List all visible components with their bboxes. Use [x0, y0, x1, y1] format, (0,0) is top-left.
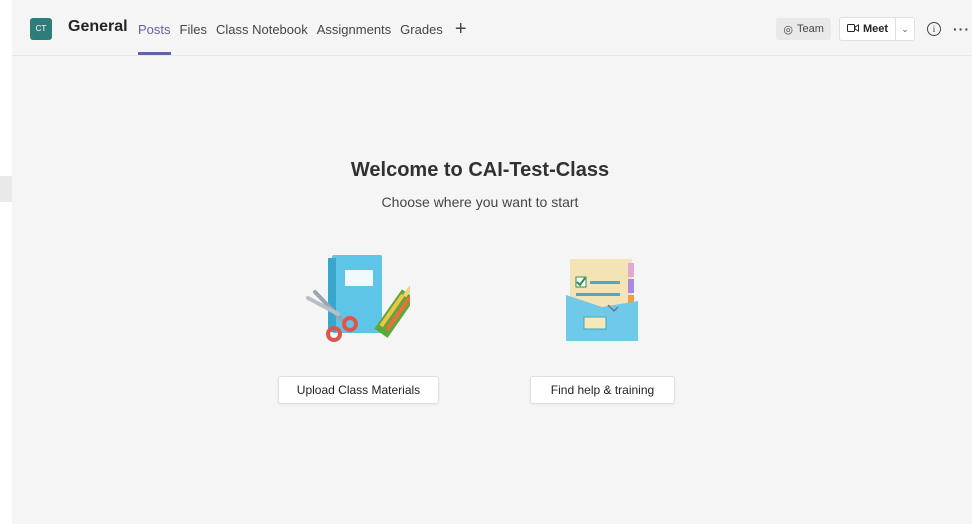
tab-posts[interactable]: Posts [138, 21, 171, 55]
header-actions: ◎ Team Meet ⌄ i ··· [776, 15, 972, 43]
team-button-label: Team [797, 23, 824, 35]
more-icon[interactable]: ··· [953, 21, 970, 37]
plus-icon[interactable]: + [455, 19, 467, 39]
team-button[interactable]: ◎ Team [776, 18, 831, 40]
welcome-subtitle: Choose where you want to start [381, 194, 579, 210]
posts-empty-state: Welcome to CAI-Test-Class Choose where y… [12, 57, 972, 524]
tab-grades[interactable]: Grades [400, 21, 443, 38]
find-help-training-button[interactable]: Find help & training [530, 376, 675, 404]
channel-tabs: Posts Files Class Notebook Assignments G… [138, 19, 467, 55]
left-rail [0, 0, 12, 524]
tab-files[interactable]: Files [180, 21, 207, 38]
info-icon[interactable]: i [927, 22, 941, 36]
left-rail-item[interactable] [0, 176, 12, 202]
tab-assignments[interactable]: Assignments [317, 21, 391, 38]
channel-title: General [68, 18, 128, 35]
meet-button-label: Meet [862, 23, 888, 35]
chevron-down-icon[interactable]: ⌄ [896, 18, 914, 40]
folder-checklist-illustration [562, 255, 642, 343]
tab-class-notebook[interactable]: Class Notebook [216, 21, 308, 38]
meet-button[interactable]: Meet [840, 18, 895, 40]
channel-header: CT General Posts Files Class Notebook As… [12, 0, 972, 56]
notebook-scissors-illustration [300, 250, 416, 345]
eye-icon: ◎ [783, 23, 794, 36]
upload-class-materials-button[interactable]: Upload Class Materials [278, 376, 439, 404]
meet-button-group: Meet ⌄ [838, 17, 915, 41]
video-camera-icon [846, 23, 859, 36]
team-avatar[interactable]: CT [30, 18, 52, 40]
welcome-title: Welcome to CAI-Test-Class [350, 159, 610, 181]
